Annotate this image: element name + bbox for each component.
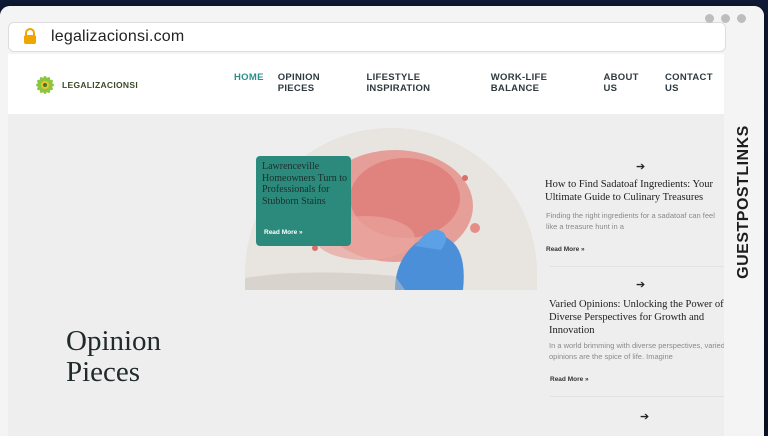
nav-item-work-life-balance[interactable]: WORK-LIFE BALANCE [491,72,590,94]
browser-topbar: legalizacionsi.com [0,6,764,52]
main-nav: HOME OPINION PIECES LIFESTYLE INSPIRATIO… [234,72,724,94]
page-title: Opinion Pieces [66,326,161,388]
website: LEGALIZACIONSI HOME OPINION PIECES LIFES… [8,54,724,436]
hero-section: Lawrenceville Homeowners Turn to Profess… [8,114,724,436]
browser-window: legalizacionsi.com LEGALIZACIONSI HOME O… [0,6,764,436]
divider [550,266,724,267]
arrow-right-icon[interactable]: ➔ [636,160,645,173]
site-logo[interactable]: LEGALIZACIONSI [32,72,138,98]
post-excerpt: Finding the right ingredients for a sada… [546,211,715,231]
nav-item-about-us[interactable]: ABOUT US [603,72,651,94]
address-bar[interactable]: legalizacionsi.com [8,22,726,52]
post-excerpt: In a world brimming with diverse perspec… [549,341,724,361]
window-controls [705,14,746,23]
featured-card[interactable]: Lawrenceville Homeowners Turn to Profess… [256,156,351,246]
window-dot-icon[interactable] [721,14,730,23]
nav-item-contact-us[interactable]: CONTACT US [665,72,724,94]
arrow-right-icon[interactable]: ➔ [636,278,645,291]
featured-read-more-link[interactable]: Read More » [264,229,303,236]
arrow-right-icon[interactable]: ➔ [640,410,649,423]
lock-icon [24,28,36,44]
nav-item-opinion-pieces[interactable]: OPINION PIECES [278,72,353,94]
nav-item-home[interactable]: HOME [234,72,264,94]
divider [550,396,724,397]
nav-item-lifestyle-inspiration[interactable]: LIFESTYLE INSPIRATION [366,72,476,94]
featured-title[interactable]: Lawrenceville Homeowners Turn to Profess… [262,161,350,207]
page-title-line: Opinion [66,325,162,357]
logo-text: LEGALIZACIONSI [62,80,138,90]
post-title[interactable]: How to Find Sadatoaf Ingredients: Your U… [545,178,724,204]
page-title-line: Pieces [66,356,141,388]
site-header: LEGALIZACIONSI HOME OPINION PIECES LIFES… [8,54,724,114]
post-title[interactable]: Varied Opinions: Unlocking the Power of … [549,298,724,337]
post-read-more-link[interactable]: Read More » [550,376,589,383]
guestpostlinks-watermark: GUESTPOSTLINKS [735,125,752,279]
window-dot-icon[interactable] [705,14,714,23]
url-text: legalizacionsi.com [51,28,185,45]
window-dot-icon[interactable] [737,14,746,23]
flower-logo-icon [36,76,54,94]
post-read-more-link[interactable]: Read More » [546,246,585,253]
